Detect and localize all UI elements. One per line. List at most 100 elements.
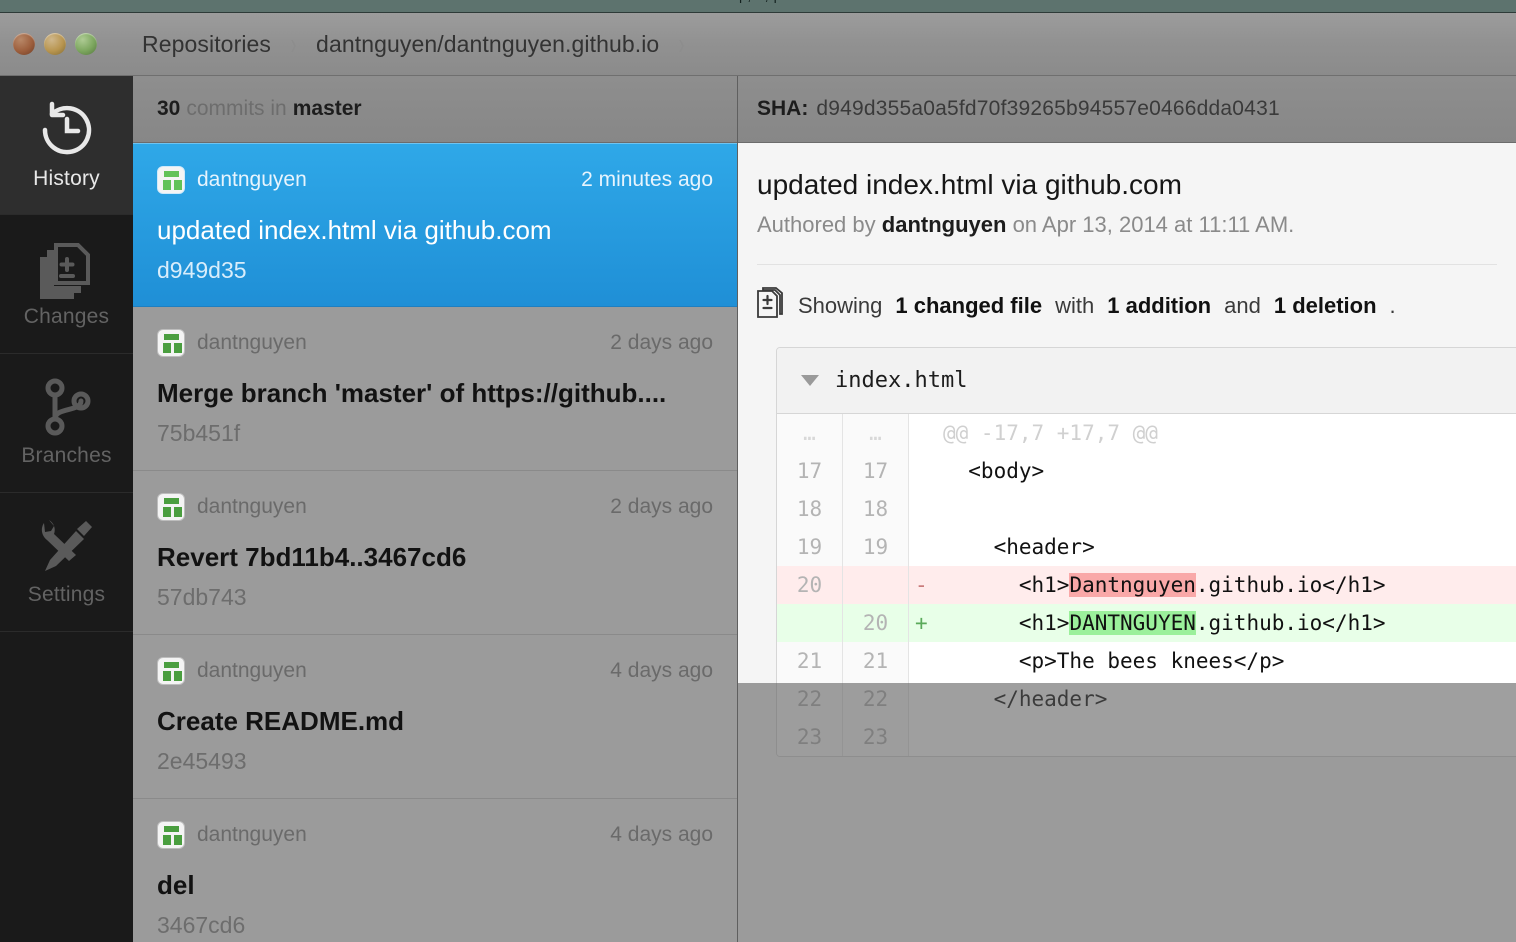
- commit-sha-short: 3467cd6: [157, 912, 246, 938]
- commit-summary: del: [157, 870, 195, 900]
- window-controls[interactable]: [13, 33, 97, 55]
- diff-row: 19 19 <header>: [777, 528, 1516, 566]
- diff-old-line-number: 23: [777, 718, 843, 756]
- diff-code: <h1>DANTNGUYEN.github.io</h1>: [931, 611, 1516, 635]
- commit-author: dantnguyen: [157, 657, 307, 685]
- diff-code: <p>The bees knees</p>: [943, 649, 1285, 673]
- commit-list[interactable]: dantnguyen 2 minutes ago updated index.h…: [133, 143, 737, 942]
- commit-sha-short: d949d35: [157, 257, 247, 283]
- diff-new-line-number: 21: [843, 642, 909, 680]
- diff-new-line-number: 18: [843, 490, 909, 528]
- commit-author: dantnguyen: [157, 329, 307, 357]
- commit-row-top: dantnguyen 4 days ago: [157, 821, 713, 849]
- commit-detail-meta: Authored by dantnguyen on Apr 13, 2014 a…: [757, 212, 1516, 238]
- commit-sha-short: 2e45493: [157, 748, 247, 774]
- commit-list-item[interactable]: dantnguyen 4 days ago del 3467cd6: [133, 799, 737, 942]
- sidebar-item-branches-label: Branches: [21, 444, 112, 467]
- commit-list-item[interactable]: dantnguyen 4 days ago Create README.md 2…: [133, 635, 737, 799]
- current-branch-name: master: [292, 97, 362, 120]
- diff-row: 23 23: [777, 718, 1516, 756]
- chevron-down-icon[interactable]: [801, 375, 819, 386]
- commit-list-header: 30 commits in master: [133, 76, 737, 143]
- commit-author: dantnguyen: [157, 166, 307, 194]
- diff-old-line-number: …: [777, 414, 843, 452]
- diff-old-line-number: 17: [777, 452, 843, 490]
- commit-list-item[interactable]: dantnguyen 2 days ago Merge branch 'mast…: [133, 307, 737, 471]
- commit-timestamp: 2 minutes ago: [581, 168, 713, 191]
- sidebar-item-history-label: History: [33, 167, 100, 190]
- commit-summary: Create README.md: [157, 706, 405, 736]
- diff-rows: … … @@ -17,7 +17,7 @@ 17 17 <body> 18 18: [777, 414, 1516, 756]
- diff-row: 21 21 <p>The bees knees</p>: [777, 642, 1516, 680]
- diff-summary-prefix: Showing: [798, 293, 883, 318]
- minimize-button[interactable]: [44, 33, 66, 55]
- background-window-text-fragment: ' | ; / , | ': [0, 0, 1516, 4]
- diff-code: <body>: [943, 459, 1045, 483]
- app-window: ' | ; / , | ' Repositories › dantnguyen/…: [0, 0, 1516, 942]
- sidebar: History Changes Branches Settings: [0, 76, 133, 942]
- changed-file-count: 1 changed file: [895, 293, 1043, 318]
- commit-row-top: dantnguyen 2 days ago: [157, 493, 713, 521]
- commit-summary: Merge branch 'master' of https://github.…: [157, 378, 667, 408]
- diff-file-header[interactable]: index.html: [777, 348, 1516, 414]
- commit-list-item[interactable]: dantnguyen 2 minutes ago updated index.h…: [133, 143, 737, 307]
- diff-sign: +: [915, 611, 928, 635]
- sidebar-item-branches[interactable]: Branches: [0, 354, 133, 493]
- sidebar-item-changes[interactable]: Changes: [0, 215, 133, 354]
- breadcrumb-item-repositories[interactable]: Repositories: [140, 31, 273, 58]
- diff-code-prefix: <h1>: [943, 573, 1070, 597]
- deletion-count: 1 deletion: [1273, 293, 1377, 318]
- sha-value: d949d355a0a5fd70f39265b94557e0466dda0431: [816, 97, 1280, 120]
- commit-row-top: dantnguyen 4 days ago: [157, 657, 713, 685]
- diff-row-addition: 20 + <h1>DANTNGUYEN.github.io</h1>: [777, 604, 1516, 642]
- diff-old-line-number: 22: [777, 680, 843, 718]
- sidebar-filler: [0, 632, 133, 941]
- sidebar-item-settings-label: Settings: [27, 583, 106, 606]
- title-bar: Repositories › dantnguyen/dantnguyen.git…: [0, 13, 1516, 76]
- zoom-button[interactable]: [75, 33, 97, 55]
- commit-timestamp: 4 days ago: [610, 659, 713, 682]
- diff-code: <header>: [943, 535, 1095, 559]
- commit-detail-panel: SHA: d949d355a0a5fd70f39265b94557e0466dd…: [738, 76, 1516, 942]
- sidebar-item-settings[interactable]: Settings: [0, 493, 133, 632]
- commit-author-name: dantnguyen: [197, 659, 307, 682]
- diff-new-line-number: 22: [843, 680, 909, 718]
- commit-timestamp: 2 days ago: [610, 495, 713, 518]
- diff-code-suffix: .github.io</h1>: [1195, 611, 1386, 635]
- diff-code-prefix: <h1>: [943, 611, 1070, 635]
- commit-summary: updated index.html via github.com: [157, 215, 552, 245]
- diff-old-line-number: 19: [777, 528, 843, 566]
- diff-code-highlight: Dantnguyen: [1069, 573, 1196, 597]
- diff-code: @@ -17,7 +17,7 @@: [943, 421, 1158, 445]
- commit-author: dantnguyen: [157, 493, 307, 521]
- close-button[interactable]: [13, 33, 35, 55]
- diff-row: 18 18: [777, 490, 1516, 528]
- breadcrumb: Repositories › dantnguyen/dantnguyen.git…: [140, 13, 702, 76]
- commit-count-label: commits in: [186, 97, 287, 120]
- diff-new-line-number: 17: [843, 452, 909, 490]
- diff-old-line-number: 20: [777, 566, 843, 604]
- diff-code-suffix: .github.io</h1>: [1195, 573, 1386, 597]
- commit-sha-short: 75b451f: [157, 420, 241, 446]
- commit-author-name: dantnguyen: [881, 212, 1007, 237]
- breadcrumb-separator-icon-2: ›: [679, 27, 685, 61]
- diff-old-line-number: [777, 604, 843, 642]
- commit-count: 30: [157, 97, 181, 120]
- commit-timestamp: 4 days ago: [610, 823, 713, 846]
- sidebar-item-changes-label: Changes: [23, 305, 110, 328]
- diff-row: 17 17 <body>: [777, 452, 1516, 490]
- diff-sign: -: [915, 573, 928, 597]
- commit-author-name: dantnguyen: [197, 168, 307, 191]
- sidebar-item-history[interactable]: History: [0, 76, 133, 215]
- detail-divider: [757, 264, 1497, 265]
- diff-row: 22 22 </header>: [777, 680, 1516, 718]
- diff-row-deletion: 20 - <h1>Dantnguyen.github.io</h1>: [777, 566, 1516, 604]
- diff-code-highlight: DANTNGUYEN: [1069, 611, 1196, 635]
- history-icon: [37, 99, 97, 161]
- breadcrumb-item-repository[interactable]: dantnguyen/dantnguyen.github.io: [314, 31, 661, 58]
- diff-code: <h1>Dantnguyen.github.io</h1>: [931, 573, 1516, 597]
- diff-new-line-number: 19: [843, 528, 909, 566]
- commit-list-item[interactable]: dantnguyen 2 days ago Revert 7bd11b4..34…: [133, 471, 737, 635]
- commit-summary: Revert 7bd11b4..3467cd6: [157, 542, 467, 572]
- diff-code: </header>: [943, 687, 1108, 711]
